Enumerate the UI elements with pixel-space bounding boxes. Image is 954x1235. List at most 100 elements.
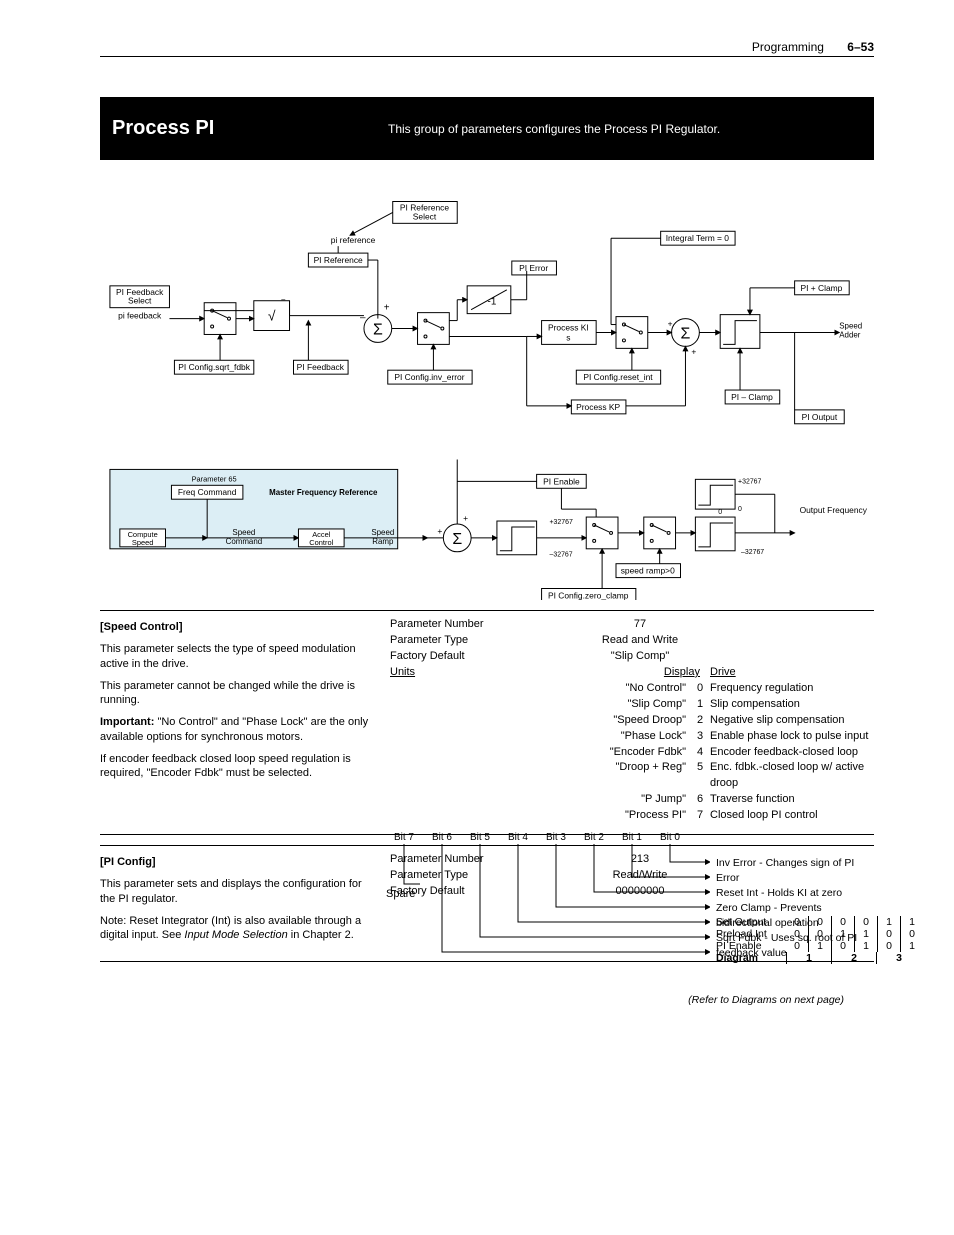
svg-text:Master Frequency Reference: Master Frequency Reference xyxy=(269,488,378,497)
option-num: 7 xyxy=(690,808,710,824)
option-desc: Slip compensation xyxy=(710,697,874,713)
svg-text:‾: ‾ xyxy=(281,300,286,311)
bit-label: Bit 2 xyxy=(580,832,608,843)
option-desc: Closed loop PI control xyxy=(710,808,874,824)
option-desc: Negative slip compensation xyxy=(710,713,874,729)
svg-text:0: 0 xyxy=(738,506,742,513)
svg-text:+32767: +32767 xyxy=(550,519,573,526)
option-name: "No Control" xyxy=(570,681,690,697)
svg-text:PI – Clamp: PI – Clamp xyxy=(731,392,773,402)
svg-text:Ramp: Ramp xyxy=(372,537,394,546)
svg-text:PI Config.inv_error: PI Config.inv_error xyxy=(394,372,464,382)
svg-text:Σ: Σ xyxy=(373,321,383,338)
svg-text:-1: -1 xyxy=(488,297,497,308)
pi-config-footnote: (Refer to Diagrams on next page) xyxy=(688,994,844,1006)
option-num: 0 xyxy=(690,681,710,697)
header-page-number: 6–53 xyxy=(847,40,874,54)
svg-text:s: s xyxy=(566,332,570,342)
svg-text:–: – xyxy=(360,313,366,324)
svg-text:PI Config.zero_clamp: PI Config.zero_clamp xyxy=(548,590,629,600)
bit-label: Bit 7 xyxy=(390,832,418,843)
svg-text:Speed: Speed xyxy=(232,528,255,537)
sc-p1: This parameter selects the type of speed… xyxy=(100,642,380,671)
option-name: "Slip Comp" xyxy=(570,697,690,713)
option-name: "Phase Lock" xyxy=(570,729,690,745)
header-section: Programming xyxy=(752,40,824,54)
svg-text:0: 0 xyxy=(718,509,722,516)
svg-text:+: + xyxy=(463,513,468,523)
svg-text:Speed: Speed xyxy=(371,528,394,537)
sc-p4: If encoder feedback closed loop speed re… xyxy=(100,752,380,781)
svg-text:PI + Clamp: PI + Clamp xyxy=(800,283,842,293)
option-desc: Traverse function xyxy=(710,792,874,808)
svg-text:+: + xyxy=(437,526,442,536)
page-header: Programming 6–53 xyxy=(100,40,874,57)
bit-label: Bit 1 xyxy=(618,832,646,843)
svg-text:+: + xyxy=(691,346,696,356)
option-name: "Droop + Reg" xyxy=(570,760,690,792)
svg-text:Adder: Adder xyxy=(839,330,861,339)
section-title: Process PI xyxy=(100,97,264,160)
truth-row: Set Output000011 xyxy=(716,916,923,928)
svg-text:PI Config.sqrt_fdbk: PI Config.sqrt_fdbk xyxy=(178,362,250,372)
pc-p2: Note: Reset Integrator (Int) is also ava… xyxy=(100,914,380,943)
pi-config-heading: [PI Config] xyxy=(100,855,380,869)
option-num: 6 xyxy=(690,792,710,808)
bit-label: Bit 5 xyxy=(466,832,494,843)
svg-text:+: + xyxy=(668,319,673,329)
block-diagram: PI Feedback Select pi feedback √ ‾ PI Co… xyxy=(100,190,874,600)
bit-label: Bit 4 xyxy=(504,832,532,843)
bit-label: Bit 3 xyxy=(542,832,570,843)
sc-p2: This parameter cannot be changed while t… xyxy=(100,679,380,708)
sc-values: 77 Read and Write "Slip Comp" Display Dr… xyxy=(570,617,874,824)
svg-text:+32767: +32767 xyxy=(738,478,761,485)
truth-row: Preload Int001100 xyxy=(716,928,923,940)
option-num: 5 xyxy=(690,760,710,792)
truth-row: PI Enable010101 xyxy=(716,940,923,952)
svg-text:Σ: Σ xyxy=(452,531,462,548)
svg-text:PI Error: PI Error xyxy=(519,263,548,273)
svg-text:Integral Term = 0: Integral Term = 0 xyxy=(666,233,730,243)
bit-label: Bit 6 xyxy=(428,832,456,843)
svg-text:√: √ xyxy=(268,308,276,324)
speed-control-heading: [Speed Control] xyxy=(100,620,380,634)
sc-p3: Important: "No Control" and "Phase Lock"… xyxy=(100,715,380,744)
svg-text:+: + xyxy=(384,303,390,314)
svg-text:pi reference: pi reference xyxy=(331,235,376,245)
sc-labels: Parameter Number Parameter Type Factory … xyxy=(390,617,560,824)
bit-desc: Inv Error - Changes sign of PI Error xyxy=(716,856,874,886)
section-title-bar: Process PI This group of parameters conf… xyxy=(100,97,874,160)
option-num: 3 xyxy=(690,729,710,745)
svg-text:Speed: Speed xyxy=(132,538,154,547)
option-desc: Encoder feedback-closed loop xyxy=(710,745,874,761)
svg-text:–32767: –32767 xyxy=(550,552,573,559)
option-num: 2 xyxy=(690,713,710,729)
option-desc: Enc. fdbk.-closed loop w/ active droop xyxy=(710,760,874,792)
option-name: "Process PI" xyxy=(570,808,690,824)
option-num: 1 xyxy=(690,697,710,713)
svg-text:Freq Command: Freq Command xyxy=(178,487,237,497)
svg-text:Speed: Speed xyxy=(839,322,862,331)
pi-config-bit-diagram: Bit 7 Bit 6 Bit 5 Bit 4 Bit 3 Bit 2 Bit 1 Bit 0… xyxy=(390,832,874,1002)
option-name: "P Jump" xyxy=(570,792,690,808)
svg-text:Output Frequency: Output Frequency xyxy=(800,505,868,515)
svg-text:PI Output: PI Output xyxy=(802,412,838,422)
svg-text:PI Config.reset_int: PI Config.reset_int xyxy=(583,372,653,382)
bit-desc: Reset Int - Holds KI at zero xyxy=(716,886,874,901)
option-num: 4 xyxy=(690,745,710,761)
section-description: This group of parameters configures the … xyxy=(374,114,734,144)
pc-p1: This parameter sets and displays the con… xyxy=(100,877,380,906)
svg-text:Select: Select xyxy=(128,296,152,306)
svg-text:–32767: –32767 xyxy=(741,549,764,556)
option-name: "Speed Droop" xyxy=(570,713,690,729)
svg-text:Select: Select xyxy=(413,211,437,221)
svg-text:Process KI: Process KI xyxy=(548,323,589,333)
svg-text:Control: Control xyxy=(309,538,333,547)
svg-text:PI Enable: PI Enable xyxy=(543,476,580,486)
diagram-row: Diagram123 xyxy=(716,952,923,964)
bit-label: Bit 0 xyxy=(656,832,684,843)
svg-text:Σ: Σ xyxy=(681,325,691,342)
option-desc: Enable phase lock to pulse input xyxy=(710,729,874,745)
svg-text:pi feedback: pi feedback xyxy=(118,311,162,321)
option-name: "Encoder Fdbk" xyxy=(570,745,690,761)
